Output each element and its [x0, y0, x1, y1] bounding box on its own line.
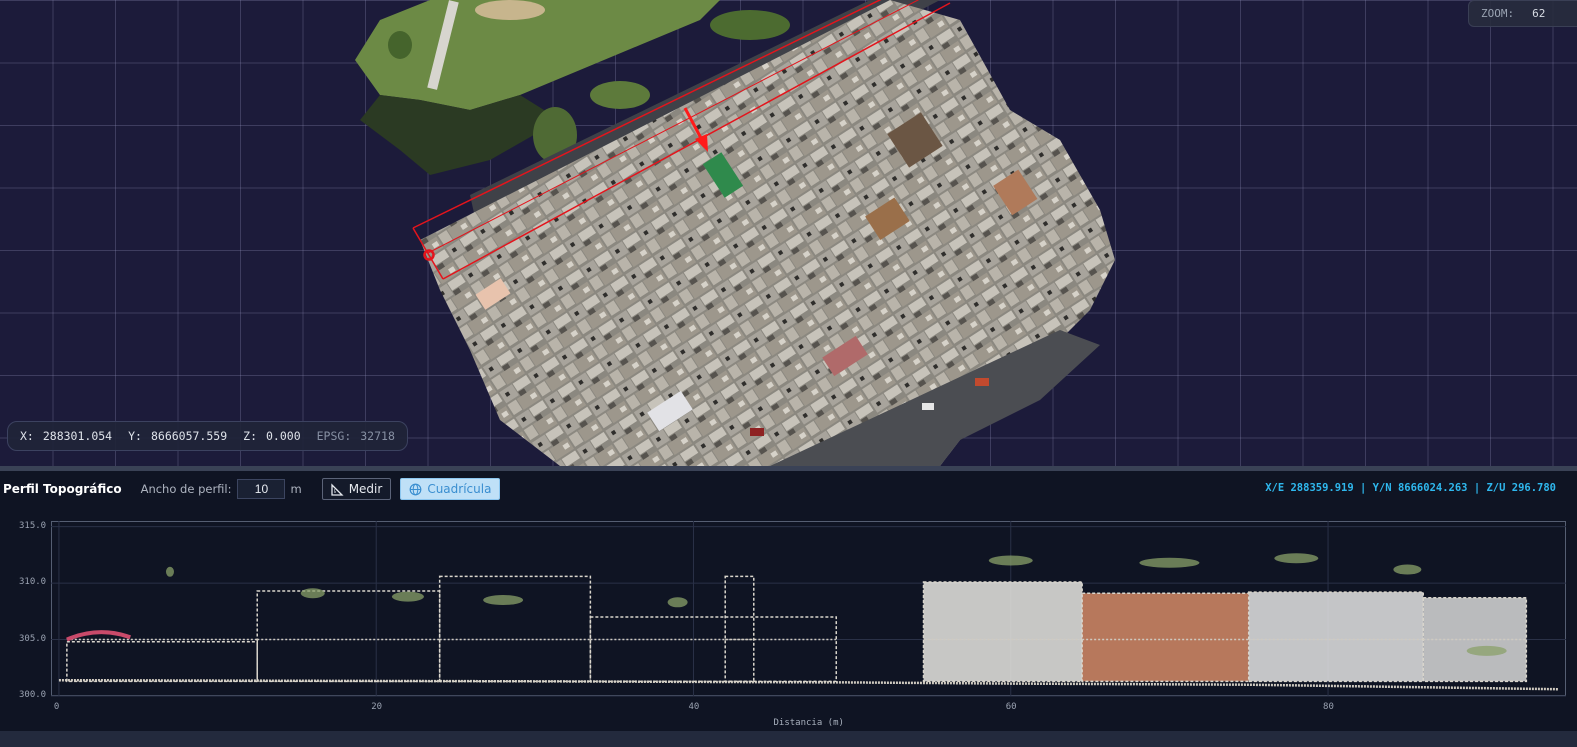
map-viewport[interactable]: ZOOM: 62 X: 288301.054 Y: 8666057.559 Z:… [0, 0, 1577, 466]
building-facade [66, 641, 258, 683]
x-label: X: [20, 429, 34, 443]
profile-toolbar: Perfil Topográfico Ancho de perfil: m Me… [0, 471, 1577, 507]
vegetation-points [483, 595, 524, 606]
building-facade [1247, 591, 1424, 683]
panel-title: Perfil Topográfico [3, 482, 122, 496]
building-facade [724, 575, 755, 683]
x-axis-label: Distancia (m) [773, 718, 844, 728]
vegetation-points [165, 566, 174, 577]
vegetation-points [667, 597, 688, 608]
y-tick-label: 315.0 [19, 520, 47, 531]
vegetation-points [391, 591, 424, 602]
coordinate-readout: X: 288301.054 Y: 8666057.559 Z: 0.000 EP… [7, 421, 408, 451]
x-tick-label: 40 [688, 702, 700, 712]
epsg-value: 32718 [360, 429, 395, 443]
vegetation-points [988, 555, 1033, 566]
width-unit: m [290, 482, 302, 496]
y-value: 8666057.559 [150, 429, 228, 443]
profile-chart[interactable]: 0 20 40 60 80 315.0 310.0 305.0 300.0 Distancia (… [0, 507, 1577, 731]
width-label: Ancho de perfil: [140, 482, 232, 496]
wall-segment [66, 630, 131, 642]
epsg-label: EPSG: [316, 429, 352, 443]
vegetation-points [1139, 557, 1200, 568]
globe-icon [409, 483, 422, 496]
building-facade [1081, 592, 1250, 683]
grid-button-label: Cuadrícula [427, 482, 492, 496]
measure-button-label: Medir [348, 482, 383, 496]
x-value: 288301.054 [42, 429, 113, 443]
status-strip [0, 731, 1577, 747]
ruler-icon [331, 482, 344, 496]
vegetation-points [1393, 564, 1422, 575]
x-tick-label: 20 [371, 702, 383, 712]
z-value: 0.000 [266, 429, 301, 443]
x-tick-label: 0 [53, 702, 60, 712]
zoom-label: ZOOM: [1481, 7, 1515, 20]
vegetation-points [1274, 553, 1319, 564]
y-tick-label: 300.0 [19, 690, 47, 700]
z-label: Z: [243, 429, 257, 443]
profile-width-input[interactable] [237, 479, 286, 499]
park-area [355, 0, 720, 110]
building-facade [256, 590, 441, 683]
ground-line [58, 678, 1559, 691]
y-tick-label: 305.0 [19, 633, 47, 644]
point-cloud-orthophoto [355, 0, 1115, 466]
grid-toggle-button[interactable]: Cuadrícula [400, 478, 501, 500]
zoom-indicator: ZOOM: 62 [1468, 0, 1577, 27]
zoom-value: 62 [1532, 7, 1546, 20]
building-facade [438, 575, 592, 683]
y-label: Y: [128, 429, 142, 443]
x-tick-label: 60 [1005, 702, 1017, 712]
y-tick-label: 310.0 [19, 577, 47, 588]
cursor-coordinates: X/E 288359.919 | Y/N 8666024.263 | Z/U 2… [1265, 482, 1556, 494]
building-facade [589, 616, 838, 683]
x-tick-label: 80 [1323, 702, 1334, 712]
building-facade [922, 581, 1083, 683]
vegetation-points [300, 588, 325, 599]
building-facade [1422, 597, 1528, 683]
vegetation-points [1466, 645, 1507, 656]
point-cloud-profile [58, 553, 1559, 691]
measure-button[interactable]: Medir [321, 478, 392, 500]
topographic-profile-panel: Perfil Topográfico Ancho de perfil: m Me… [0, 471, 1577, 747]
profile-chart-svg [51, 521, 1566, 697]
